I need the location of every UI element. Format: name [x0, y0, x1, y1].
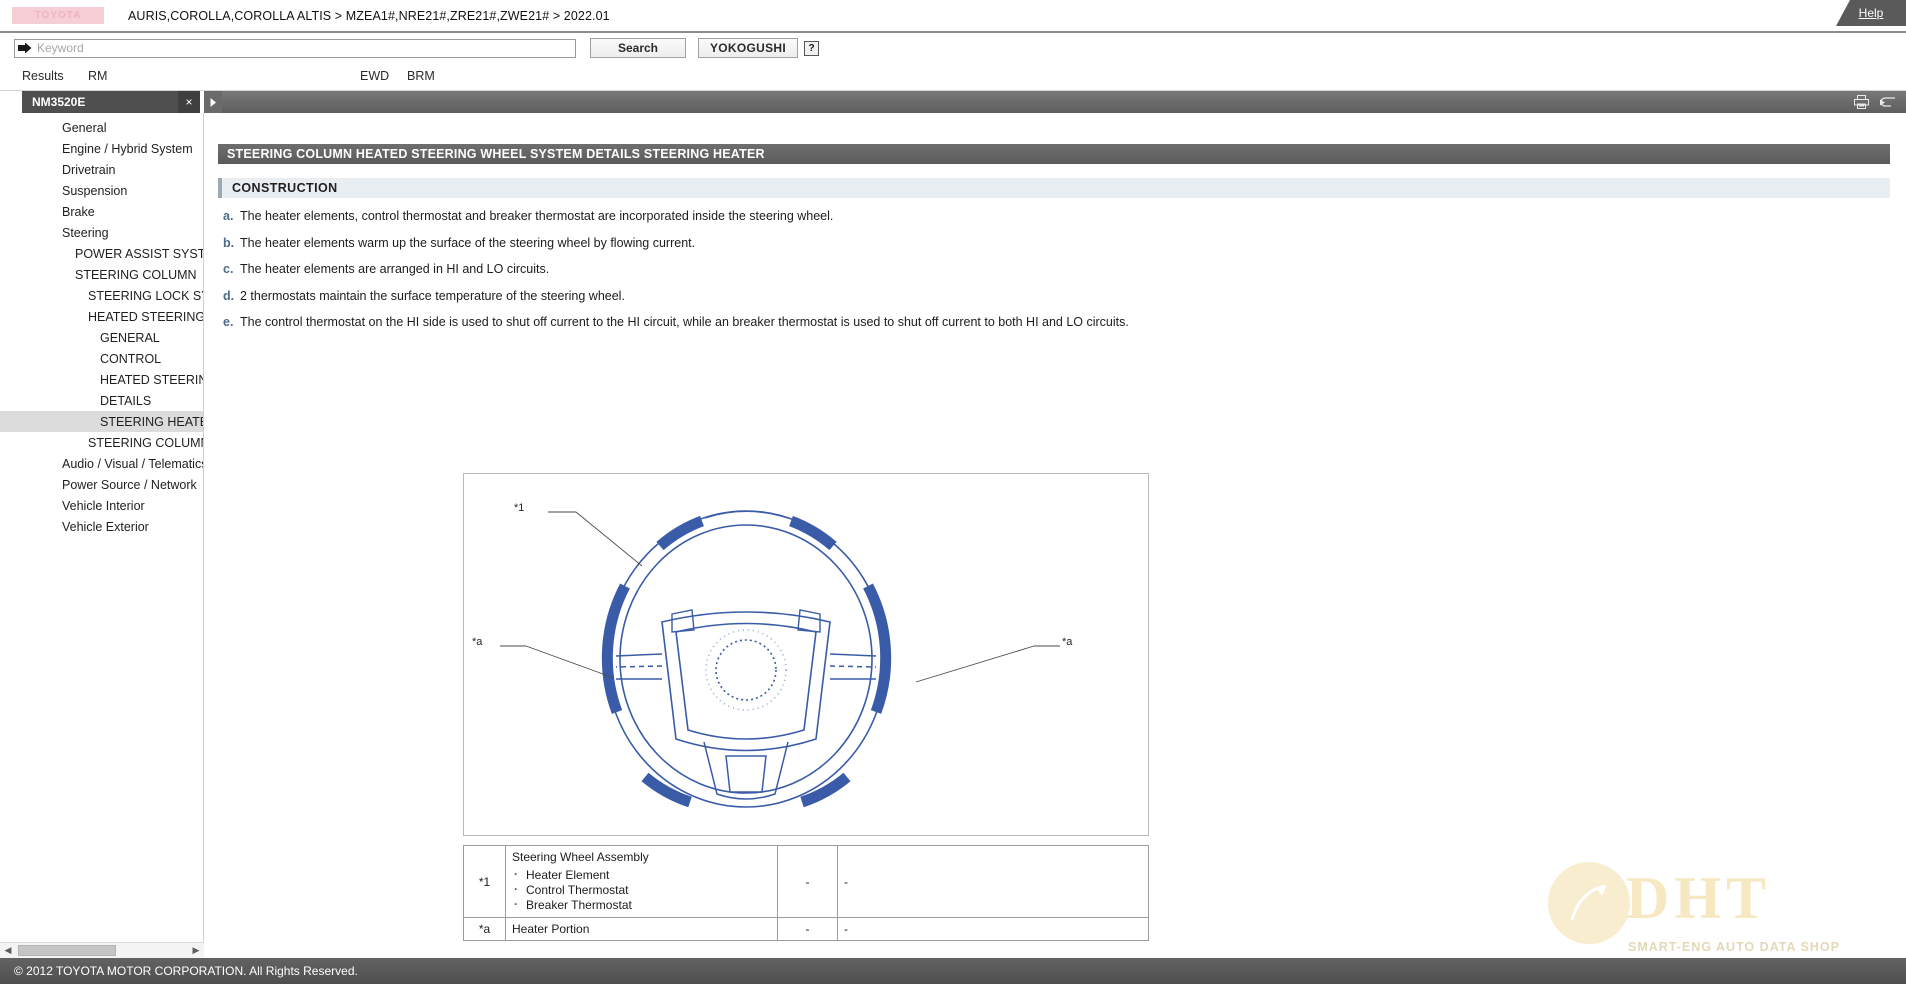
sidebar-item-engine-hybrid-system[interactable]: Engine / Hybrid System	[0, 138, 203, 159]
sidebar-item-heated-steering-wheel[interactable]: HEATED STEERING WHEEL	[0, 369, 203, 390]
clause-text: The control thermostat on the HI side is…	[240, 315, 1129, 329]
table-cell-mark: *a	[463, 917, 506, 941]
clause-marker: c.	[223, 262, 234, 276]
clause-text: The heater elements, control thermostat …	[240, 209, 834, 223]
footer-bar: © 2012 TOYOTA MOTOR CORPORATION. All Rig…	[0, 958, 1906, 984]
breadcrumb: AURIS,COROLLA,COROLLA ALTIS > MZEA1#,NRE…	[128, 8, 610, 23]
clause-text: The heater elements are arranged in HI a…	[240, 262, 550, 276]
sidebar-item-steering-heater[interactable]: STEERING HEATER	[0, 411, 203, 432]
help-link[interactable]: Help	[1836, 0, 1906, 26]
clause-item: c. The heater elements are arranged in HI…	[218, 262, 1878, 276]
subsection-heading: CONSTRUCTION	[218, 178, 1890, 198]
sidebar-horizontal-scrollbar[interactable]: ◀ ▶	[0, 942, 204, 958]
clause-marker: b.	[223, 235, 235, 250]
toolbar-icons	[1854, 95, 1906, 109]
search-field-wrapper[interactable]	[14, 38, 576, 58]
toyota-logo: TOYOTA	[12, 7, 104, 24]
top-bar: TOYOTA AURIS,COROLLA,COROLLA ALTIS > MZE…	[0, 0, 1906, 33]
table-row: *1 Steering Wheel Assembly Heater ElementC…	[463, 845, 1149, 918]
clause-marker: e.	[223, 315, 234, 329]
sidebar-item-vehicle-exterior[interactable]: Vehicle Exterior	[0, 516, 203, 537]
list-item: Breaker Thermostat	[514, 897, 771, 913]
table-cell-mark: *1	[463, 845, 506, 918]
sidebar-item-general[interactable]: General	[0, 117, 203, 138]
copyright-text: © 2012 TOYOTA MOTOR CORPORATION. All Rig…	[14, 964, 358, 978]
table-cell-name-label: Steering Wheel Assembly	[512, 850, 649, 864]
sidebar-item-steering-lock-system[interactable]: STEERING LOCK SYSTEM	[0, 285, 203, 306]
navigation-sidebar[interactable]: General Engine / Hybrid System Drivetrain S…	[0, 113, 204, 958]
search-bar: Search YOKOGUSHI ?	[0, 33, 1906, 63]
toyota-logo-text: TOYOTA	[34, 10, 82, 21]
table-cell-col3: -	[777, 845, 838, 918]
figure-callout-a-left: *a	[472, 636, 483, 648]
document-tab-label: NM3520E	[32, 95, 86, 109]
clause-item: d. 2 thermostats maintain the surface tem…	[218, 289, 1878, 303]
sidebar-item-details[interactable]: DETAILS	[0, 390, 203, 411]
tab-brm[interactable]: BRM	[407, 69, 435, 83]
clause-text: 2 thermostats maintain the surface tempe…	[240, 288, 625, 303]
table-cell-bullet-list: Heater ElementControl ThermostatBreaker …	[512, 867, 771, 913]
scrollbar-thumb[interactable]	[18, 945, 116, 956]
table-cell-col4: -	[837, 917, 1149, 941]
sidebar-item-drivetrain[interactable]: Drivetrain	[0, 159, 203, 180]
sidebar-item-suspension[interactable]: Suspension	[0, 180, 203, 201]
clause-list: a. The heater elements, control thermosta…	[218, 209, 1878, 342]
navigation-tree: General Engine / Hybrid System Drivetrain S…	[0, 113, 203, 537]
clause-marker: d.	[223, 288, 235, 303]
steering-wheel-figure: *1 *a *a	[463, 473, 1149, 836]
list-item: Control Thermostat	[514, 882, 771, 898]
arrow-right-icon	[17, 42, 32, 55]
sidebar-item-steering-column-system[interactable]: STEERING COLUMN SYSTEM	[0, 432, 203, 453]
scrollbar-track[interactable]	[116, 943, 188, 959]
clause-item: a. The heater elements, control thermosta…	[218, 209, 1878, 223]
tab-rm[interactable]: RM	[88, 69, 107, 83]
application-window: TOYOTA AURIS,COROLLA,COROLLA ALTIS > MZE…	[0, 0, 1906, 984]
table-cell-name-label: Heater Portion	[512, 922, 590, 936]
sidebar-item-brake[interactable]: Brake	[0, 201, 203, 222]
legend-table: *1 Steering Wheel Assembly Heater ElementC…	[463, 845, 1149, 941]
sidebar-item-steering[interactable]: Steering	[0, 222, 203, 243]
document-tab-strip: NM3520E ×	[0, 91, 1906, 113]
print-icon[interactable]	[1854, 95, 1869, 109]
yokogushi-button[interactable]: YOKOGUSHI	[698, 38, 798, 58]
table-cell-col3: -	[777, 917, 838, 941]
scroll-left-icon[interactable]: ◀	[0, 943, 16, 959]
sidebar-item-power-assist-system[interactable]: POWER ASSIST SYSTEM	[0, 243, 203, 264]
table-row: *a Heater Portion - -	[463, 917, 1149, 941]
table-cell-name: Steering Wheel Assembly Heater ElementCon…	[505, 845, 778, 918]
sidebar-item-steering-column[interactable]: STEERING COLUMN	[0, 264, 203, 285]
clause-item: e. The control thermostat on the HI side …	[218, 315, 1878, 329]
table-cell-col4: -	[837, 845, 1149, 918]
figure-callout-1: *1	[514, 502, 525, 514]
sidebar-item-general[interactable]: GENERAL	[0, 327, 203, 348]
sidebar-item-control[interactable]: CONTROL	[0, 348, 203, 369]
scroll-right-icon[interactable]: ▶	[188, 943, 204, 959]
tab-results[interactable]: Results	[22, 69, 64, 83]
search-button[interactable]: Search	[590, 38, 686, 58]
clause-text: The heater elements warm up the surface …	[240, 235, 696, 250]
expand-panel-button[interactable]	[204, 91, 222, 113]
sidebar-item-power-source-network[interactable]: Power Source / Network	[0, 474, 203, 495]
close-icon[interactable]: ×	[178, 91, 200, 113]
tab-ewd[interactable]: EWD	[360, 69, 389, 83]
sidebar-item-heated-steering-wheel-system[interactable]: HEATED STEERING WHEEL SYSTEM	[0, 306, 203, 327]
figure-callout-a-right: *a	[1062, 636, 1073, 648]
search-help-icon[interactable]: ?	[804, 40, 819, 56]
document-tab-nm3520e[interactable]: NM3520E ×	[22, 91, 200, 113]
clause-item: b. The heater elements warm up the surfac…	[218, 236, 1878, 250]
content-toolbar	[204, 91, 1906, 113]
page-title: STEERING COLUMN HEATED STEERING WHEEL SY…	[218, 144, 1890, 164]
sidebar-item-vehicle-interior[interactable]: Vehicle Interior	[0, 495, 203, 516]
tab-bar: Results RM EWD BRM	[0, 63, 1906, 91]
main-content: STEERING COLUMN HEATED STEERING WHEEL SY…	[205, 113, 1906, 958]
search-input[interactable]	[35, 40, 575, 56]
sidebar-item-audio-visual-telematics[interactable]: Audio / Visual / Telematics	[0, 453, 203, 474]
back-arrow-icon[interactable]	[1879, 96, 1896, 109]
clause-marker: a.	[223, 209, 234, 223]
table-cell-name: Heater Portion	[505, 917, 778, 941]
list-item: Heater Element	[514, 867, 771, 883]
